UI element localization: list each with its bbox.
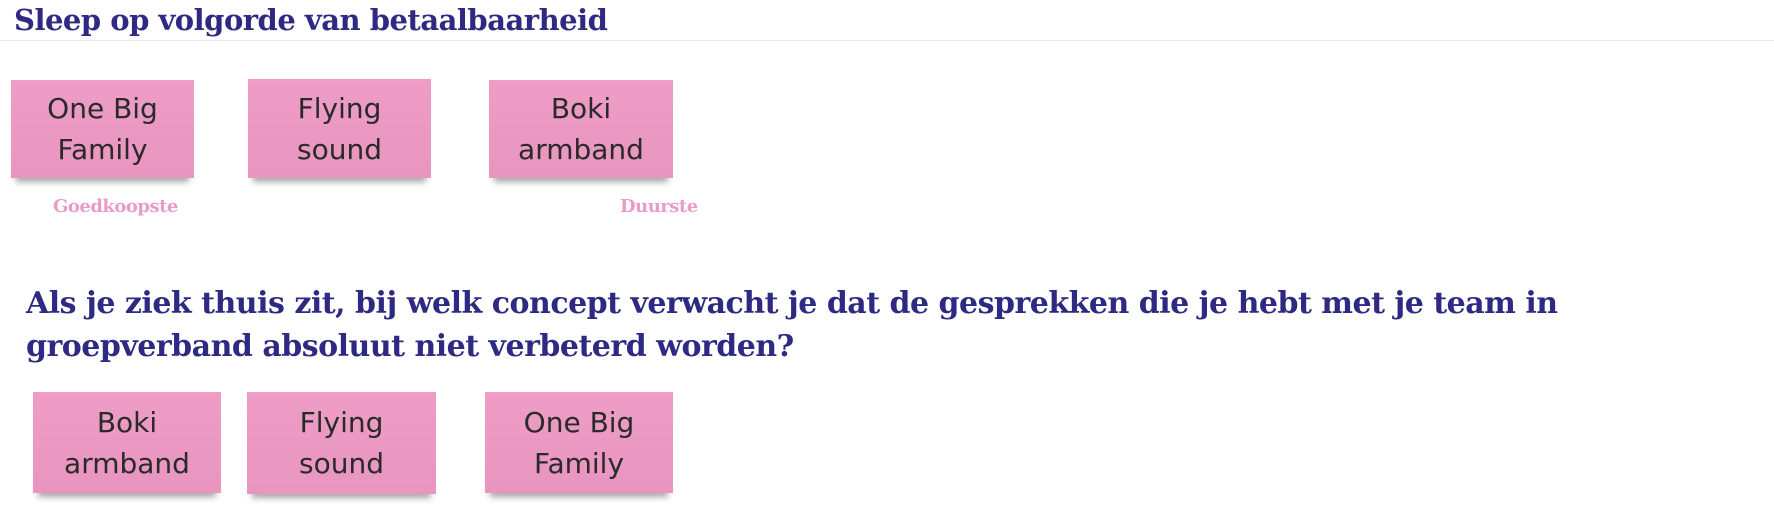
sticky-note-boki-armband[interactable]: Boki armband — [489, 80, 673, 178]
title-divider — [0, 40, 1774, 41]
scale-label-cheapest: Goedkoopste — [53, 196, 178, 217]
sticky-note-flying-sound[interactable]: Flying sound — [248, 79, 431, 178]
sticky-note-one-big-family[interactable]: One Big Family — [485, 392, 673, 493]
sticky-note-boki-armband[interactable]: Boki armband — [33, 392, 221, 493]
sticky-note-one-big-family[interactable]: One Big Family — [11, 80, 194, 178]
scale-label-most-expensive: Duurste — [620, 196, 698, 217]
question-text: Als je ziek thuis zit, bij welk concept … — [26, 286, 1558, 364]
sort-task-title: Sleep op volgorde van betaalbaarheid — [14, 3, 608, 37]
sticky-note-flying-sound[interactable]: Flying sound — [247, 392, 436, 494]
